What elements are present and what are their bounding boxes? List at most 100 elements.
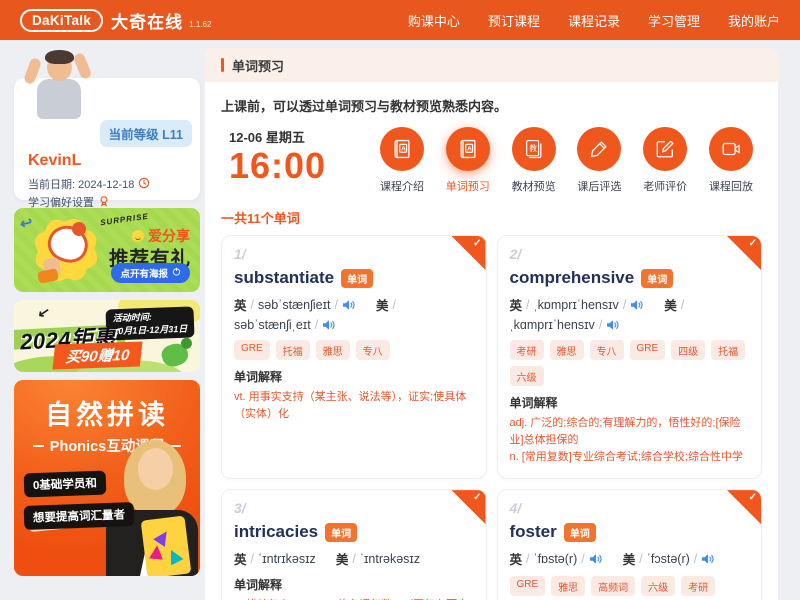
arrow-icon: ↙ <box>37 303 52 322</box>
word-text: foster <box>510 522 557 542</box>
main-panel: 单词预习 上课前，可以透过单词预习与教材预览熟悉内容。 12-06 星期五 16… <box>205 48 778 600</box>
nav-item[interactable]: 学习管理 <box>648 11 700 30</box>
exam-tag: 托福 <box>276 340 310 360</box>
phonics-banner[interactable]: 自然拼读 Phonics互动课程 0基础学员和 想要提高词汇量者 <box>14 380 200 576</box>
explain-label: 单词解释 <box>234 368 474 385</box>
power-icon <box>172 267 181 279</box>
exam-tag: 雅思 <box>316 340 350 360</box>
svg-text:教: 教 <box>529 143 537 153</box>
word-text: intricacies <box>234 522 318 542</box>
nav-item[interactable]: 预订课程 <box>488 11 540 30</box>
definition-line: vt. 用事实支持（某主张、说法等），证实;使具体（实体）化 <box>234 389 474 423</box>
word-card-grid: ✓ 1/ substantiate 单词 英/səbˈstænʃieɪt/美/s… <box>221 235 762 600</box>
book-a-icon: A <box>446 127 490 171</box>
username: KevinL <box>28 152 81 170</box>
nav-item[interactable]: 购课中心 <box>408 11 460 30</box>
lesson-actions: A 课程介绍 A 单词预习 教 教材预览 课后评选 老师评价 课程回放 <box>371 127 762 194</box>
exam-tag: 托福 <box>711 340 745 360</box>
svg-text:A: A <box>401 145 406 152</box>
card-index: 4/ <box>510 500 750 516</box>
phonetics-row: 英/ˌkɒmprɪˈhensɪv/美/ˌkɑmprɪˈhensɪv/ <box>510 295 750 332</box>
textbook-icon: 教 <box>512 127 556 171</box>
current-date-row: 当前日期: 2024-12-18 <box>28 176 150 192</box>
main-nav: 购课中心 预订课程 课程记录 学习管理 我的账户 <box>408 11 780 30</box>
word-card[interactable]: ✓ 1/ substantiate 单词 英/səbˈstænʃieɪt/美/s… <box>221 235 487 479</box>
action-课程介绍[interactable]: A 课程介绍 <box>371 127 433 194</box>
word-badge: 单词 <box>341 269 373 288</box>
definition-line: n. [常用复数]专业综合考试;综合学校;综合性中学 <box>510 449 750 466</box>
word-text: comprehensive <box>510 268 635 288</box>
brand-name: 大奇在线 <box>111 8 183 33</box>
phonics-pill-1: 0基础学员和 <box>24 471 107 498</box>
check-icon: ✓ <box>749 238 757 249</box>
check-icon: ✓ <box>749 492 757 503</box>
section-header: 单词预习 <box>205 48 778 82</box>
speaker-icon[interactable] <box>342 299 356 311</box>
exam-tag: GRE <box>234 340 270 360</box>
exam-tag: GRE <box>510 576 546 596</box>
lesson-time: 16:00 <box>229 146 371 186</box>
action-课后评选[interactable]: 课后评选 <box>568 127 630 194</box>
speaker-icon[interactable] <box>701 553 715 565</box>
poster-button[interactable]: 点开有海报 <box>111 263 190 283</box>
explain-label: 单词解释 <box>510 394 750 411</box>
pencil-icon <box>577 127 621 171</box>
card-index: 2/ <box>510 246 750 262</box>
phonetics-row: 英/ˈfɒstə(r)/美/ˈfɔstə(r)/ <box>510 549 750 568</box>
word-card[interactable]: ✓ 4/ foster 单词 英/ˈfɒstə(r)/美/ˈfɔstə(r)/ … <box>497 489 763 600</box>
promo-deal-badge: 买90赠10 <box>52 341 142 369</box>
definitions: vt. 用事实支持（某主张、说法等），证实;使具体（实体）化 <box>234 389 474 423</box>
exam-tag: 高频词 <box>591 576 635 596</box>
nav-item[interactable]: 课程记录 <box>568 11 620 30</box>
exam-tag: 考研 <box>510 340 544 360</box>
intro-text: 上课前，可以透过单词预习与教材预览熟悉内容。 <box>221 96 762 115</box>
referral-banner[interactable]: ↩ SURPRISE 爱分享 推荐有礼 点开有海报 <box>14 208 200 292</box>
lesson-time-block: 12-06 星期五 16:00 <box>221 127 371 186</box>
profile-section: 当前等级 L11 KevinL 当前日期: 2024-12-18 学习偏好设置 … <box>14 48 200 200</box>
definition-line: adj. 广泛的;综合的;有理解力的，悟性好的;[保险业]总体担保的 <box>510 415 750 449</box>
word-card[interactable]: ✓ 3/ intricacies 单词 英/ˈɪntrɪkəsɪz美/ˈɪntr… <box>221 489 487 600</box>
check-icon: ✓ <box>473 492 481 503</box>
word-card[interactable]: ✓ 2/ comprehensive 单词 英/ˌkɒmprɪˈhensɪv/美… <box>497 235 763 479</box>
speaker-icon[interactable] <box>606 319 620 331</box>
card-index: 1/ <box>234 246 474 262</box>
word-badge: 单词 <box>325 523 357 542</box>
check-icon: ✓ <box>473 238 481 249</box>
speaker-icon[interactable] <box>589 553 603 565</box>
word-badge: 单词 <box>641 269 673 288</box>
phonetics-row: 英/səbˈstænʃieɪt/美/səbˈstænʃiˌeɪt/ <box>234 295 474 332</box>
exam-tag: GRE <box>630 340 666 360</box>
action-课程回放[interactable]: 课程回放 <box>700 127 762 194</box>
video-icon <box>709 127 753 171</box>
exam-tags: GRE托福雅思专八 <box>234 340 474 360</box>
exam-tags: 考研雅思专八GRE四级托福六级 <box>510 340 750 386</box>
top-nav-bar: DaKiTalk 大奇在线 1.1.62 购课中心预订课程课程记录学习管理我的账… <box>0 0 800 40</box>
schedule-row: 12-06 星期五 16:00 A 课程介绍 A 单词预习 教 教材预览 课后评… <box>221 127 762 194</box>
section-title: 单词预习 <box>232 56 284 75</box>
curved-arrow-icon: ↩ <box>18 213 34 233</box>
user-avatar <box>24 48 92 120</box>
promo-banner[interactable]: ↙ 活动时间: 10月1日-12月31日 2024钜惠 买90赠10 <box>14 300 200 372</box>
surprise-label: SURPRISE <box>100 212 150 228</box>
speaker-icon[interactable] <box>630 299 644 311</box>
word-count: 一共11个单词 <box>221 208 762 227</box>
lesson-date: 12-06 星期五 <box>229 127 371 146</box>
definitions: adj. 广泛的;综合的;有理解力的，悟性好的;[保险业]总体担保的n. [常用… <box>510 415 750 466</box>
current-date-label: 当前日期: 2024-12-18 <box>28 176 134 192</box>
app-logo: DaKiTalk <box>20 9 103 32</box>
word-text: substantiate <box>234 268 334 288</box>
exam-tag: 考研 <box>681 576 715 596</box>
exam-tag: 六级 <box>510 366 544 386</box>
action-老师评价[interactable]: 老师评价 <box>634 127 696 194</box>
exam-tag: 雅思 <box>550 340 584 360</box>
promo-time-badge: 活动时间: 10月1日-12月31日 <box>105 306 194 340</box>
action-单词预习[interactable]: A 单词预习 <box>437 127 499 194</box>
speaker-icon[interactable] <box>322 319 336 331</box>
word-badge: 单词 <box>564 523 596 542</box>
sidebar: 当前等级 L11 KevinL 当前日期: 2024-12-18 学习偏好设置 … <box>14 48 200 576</box>
phonics-pill-2: 想要提高词汇量者 <box>24 502 135 530</box>
exam-tags: GRE雅思高频词六级考研托福专八 <box>510 576 750 600</box>
action-教材预览[interactable]: 教 教材预览 <box>503 127 565 194</box>
phonetics-row: 英/ˈɪntrɪkəsɪz美/ˈɪntrəkəsɪz <box>234 549 474 568</box>
nav-item[interactable]: 我的账户 <box>728 11 780 30</box>
